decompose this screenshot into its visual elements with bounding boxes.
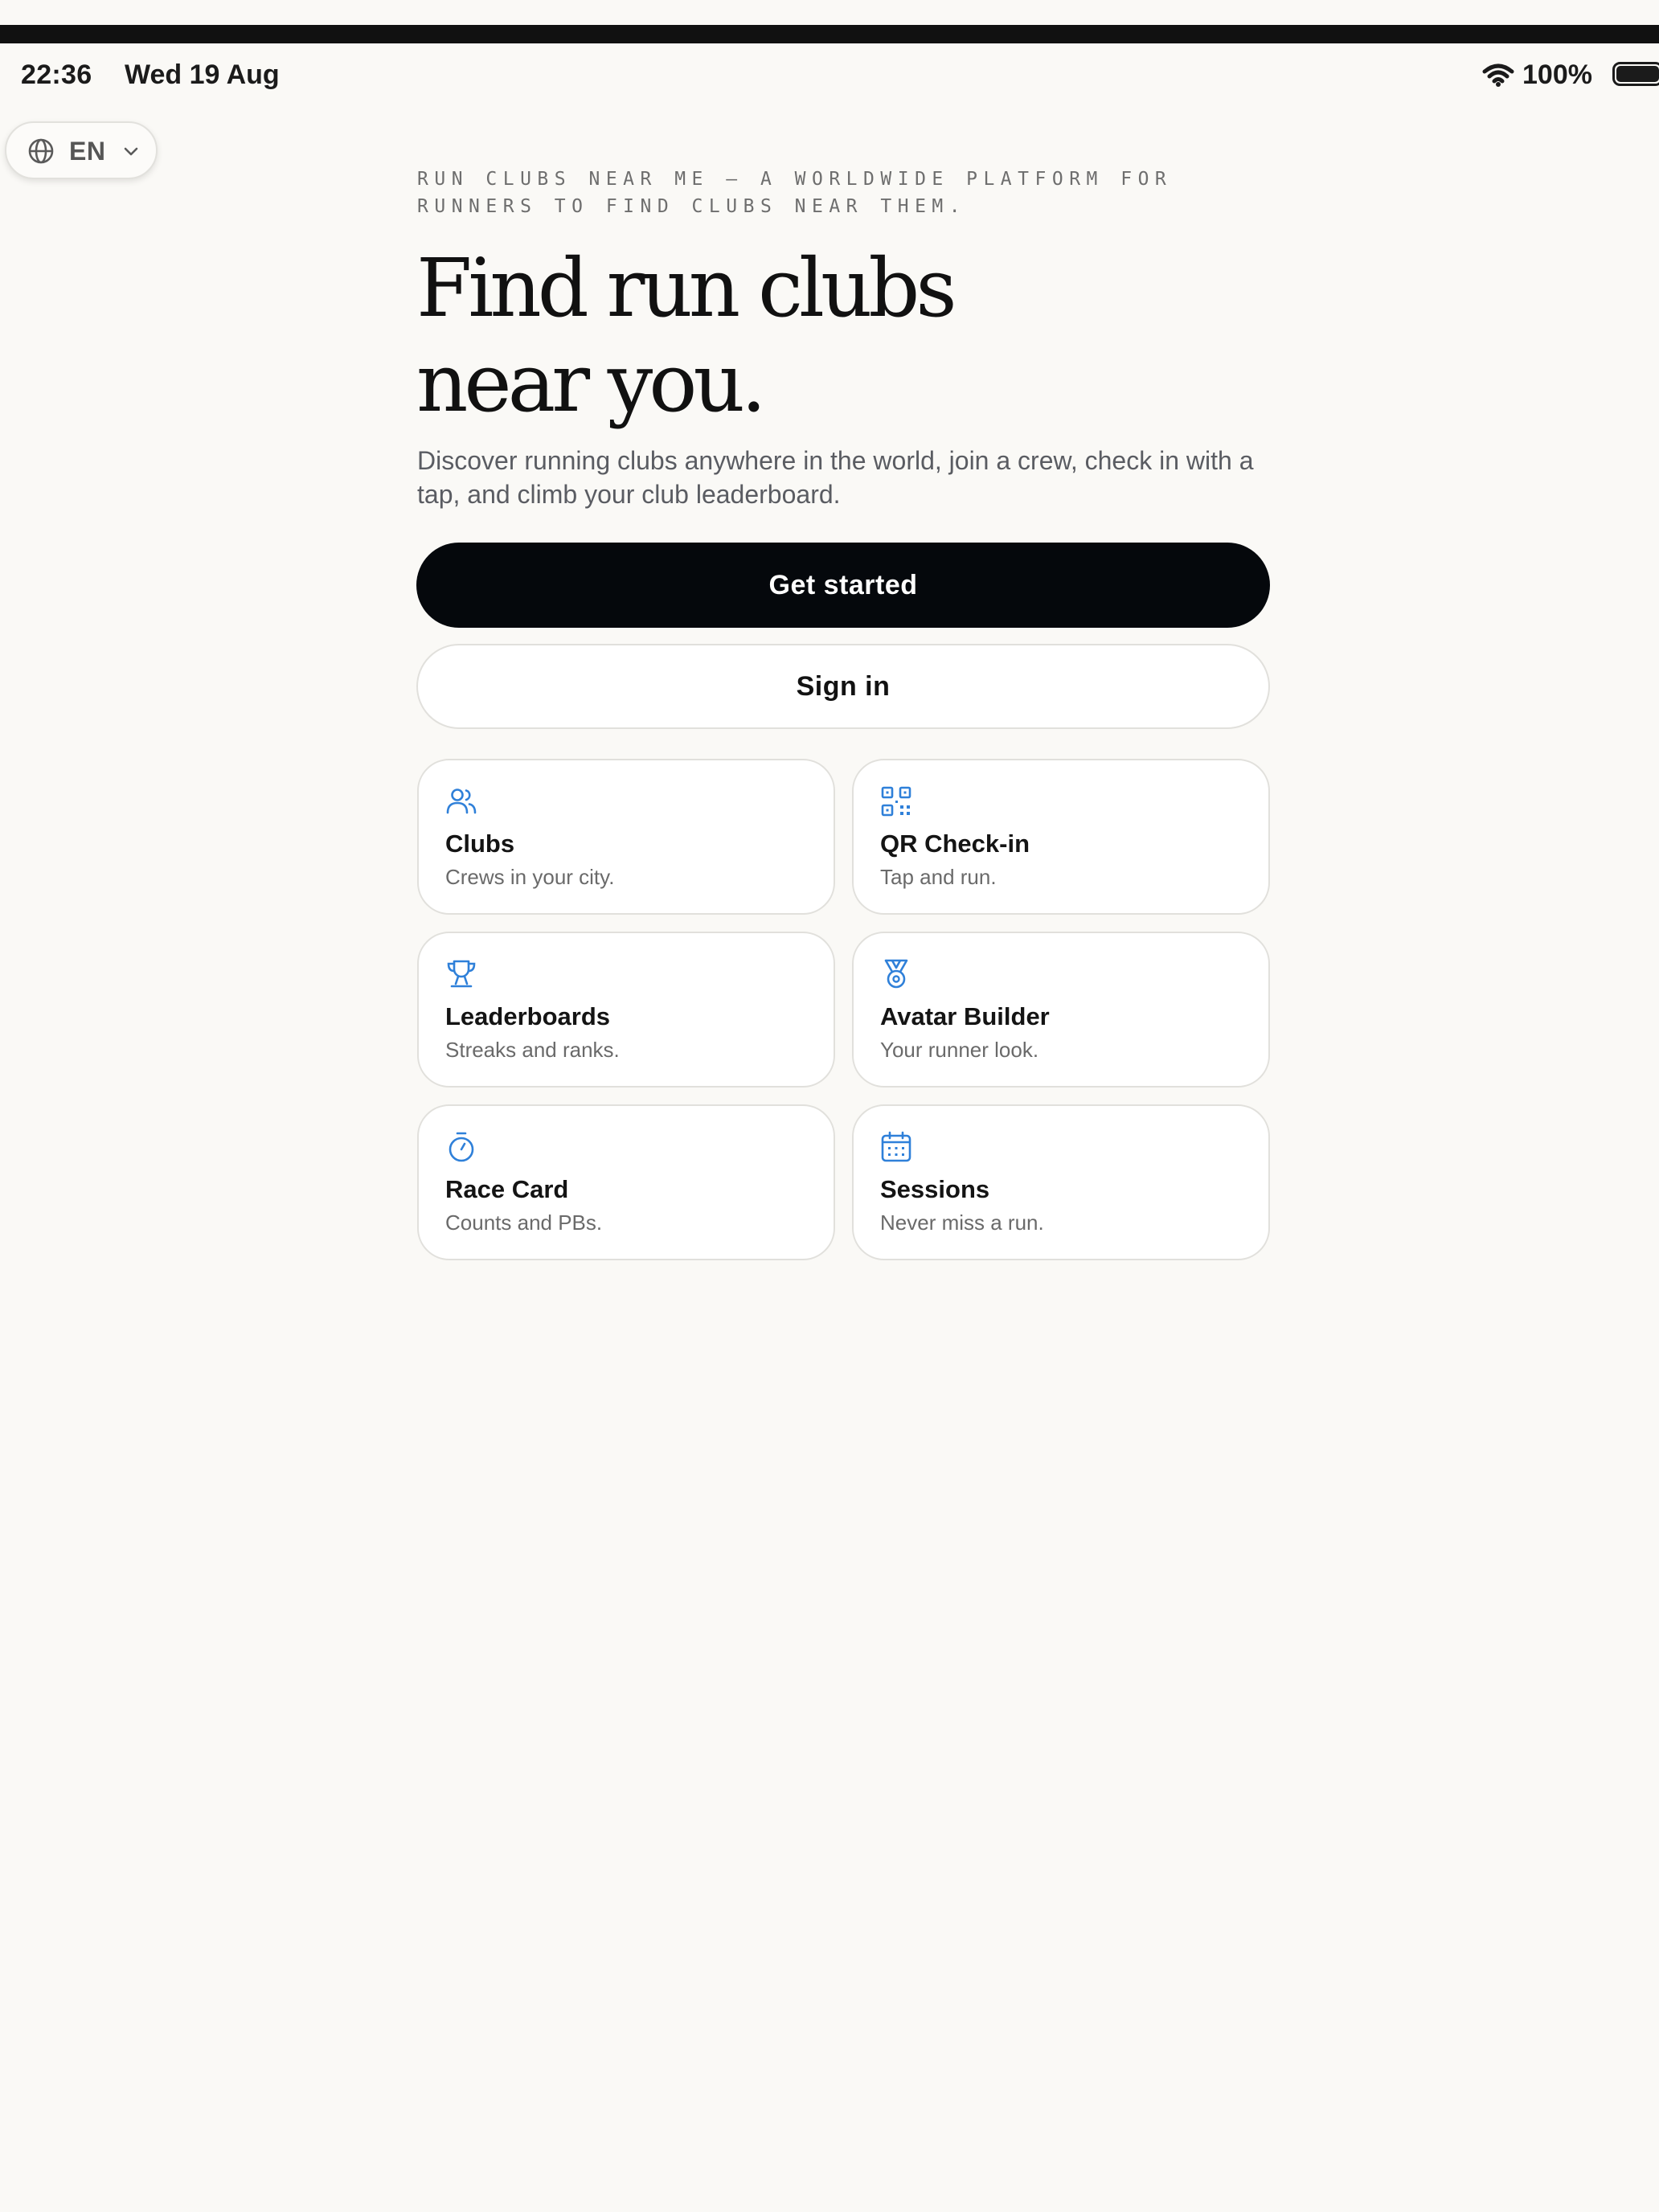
globe-icon bbox=[28, 138, 54, 164]
feature-desc: Crews in your city. bbox=[445, 865, 615, 889]
feature-title: Race Card bbox=[445, 1175, 569, 1203]
feature-desc: Streaks and ranks. bbox=[445, 1038, 620, 1062]
feature-desc: Counts and PBs. bbox=[445, 1210, 603, 1235]
status-time: 22:36 bbox=[21, 59, 92, 90]
headline-line-1: Find run clubs bbox=[416, 241, 957, 335]
users-icon bbox=[446, 789, 477, 814]
feature-card-qr-check-in[interactable]: QR Check-in Tap and run. bbox=[852, 759, 1270, 915]
hero-eyebrow: RUN CLUBS NEAR ME — A WORLDWIDE PLATFORM… bbox=[417, 169, 1173, 217]
status-date: Wed 19 Aug bbox=[125, 59, 280, 90]
feature-title: Leaderboards bbox=[445, 1002, 611, 1030]
feature-desc: Never miss a run. bbox=[880, 1210, 1044, 1235]
trophy-icon bbox=[447, 960, 476, 988]
language-selector[interactable]: EN bbox=[5, 121, 158, 179]
feature-title: QR Check-in bbox=[880, 830, 1030, 858]
feature-desc: Your runner look. bbox=[880, 1038, 1039, 1062]
feature-title: Sessions bbox=[880, 1175, 990, 1203]
feature-card-clubs[interactable]: Clubs Crews in your city. bbox=[417, 759, 835, 915]
page-title: Find run clubs near you. bbox=[416, 241, 1301, 431]
feature-card-sessions[interactable]: Sessions Never miss a run. bbox=[852, 1104, 1270, 1260]
feature-card-avatar-builder[interactable]: Avatar Builder Your runner look. bbox=[852, 932, 1270, 1088]
feature-title: Clubs bbox=[445, 830, 515, 858]
stopwatch-icon bbox=[449, 1132, 474, 1162]
feature-card-leaderboards[interactable]: Leaderboards Streaks and ranks. bbox=[417, 932, 835, 1088]
wifi-icon bbox=[1482, 63, 1514, 87]
device-bezel bbox=[0, 25, 1659, 43]
headline-line-2: near you. bbox=[416, 336, 767, 430]
battery-icon bbox=[1612, 62, 1659, 86]
sign-in-button[interactable]: Sign in bbox=[416, 644, 1270, 729]
get-started-button[interactable]: Get started bbox=[416, 543, 1270, 628]
feature-desc: Tap and run. bbox=[880, 865, 997, 889]
hero-subtext: Discover running clubs anywhere in the w… bbox=[417, 446, 1254, 509]
feature-card-race-card[interactable]: Race Card Counts and PBs. bbox=[417, 1104, 835, 1260]
chevron-down-icon bbox=[124, 147, 138, 156]
battery-percent: 100% bbox=[1522, 59, 1592, 90]
language-label: EN bbox=[69, 137, 106, 166]
feature-title: Avatar Builder bbox=[880, 1002, 1050, 1030]
medal-icon bbox=[884, 959, 908, 989]
qr-code-icon bbox=[881, 786, 911, 817]
calendar-icon bbox=[881, 1131, 911, 1162]
